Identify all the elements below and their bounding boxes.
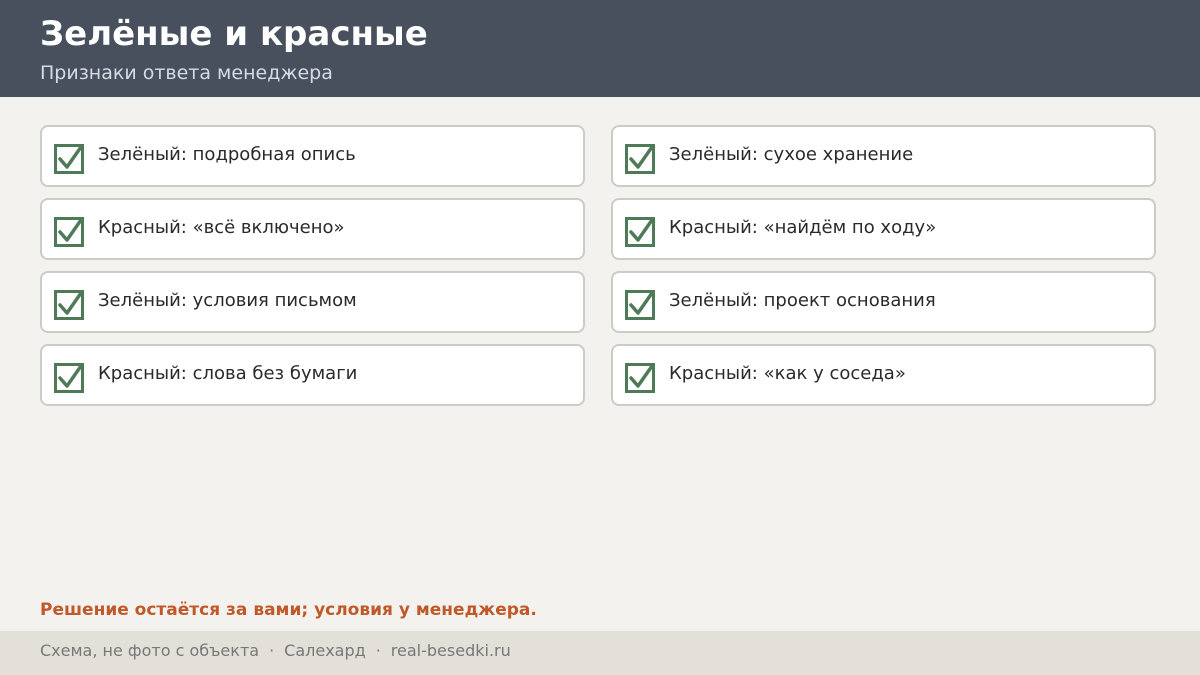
checklist-item-label: Зелёный: подробная опись	[98, 144, 356, 165]
checklist-item-label: Красный: слова без бумаги	[98, 363, 358, 384]
footer-caption-line: Схема, не фото с объекта · Салехард · real-b…	[40, 641, 511, 660]
footer-caption: Схема, не фото с объекта	[40, 641, 260, 660]
header: Зелёные и красные Признаки ответа менедж…	[0, 0, 1200, 97]
checkbox-checked-icon	[54, 144, 84, 174]
footer-city: Салехард	[284, 641, 366, 660]
checklist-grid: Зелёный: подробная опись Зелёный: сухое …	[40, 125, 1156, 406]
checklist-item-label: Зелёный: проект основания	[669, 290, 936, 311]
checklist-item-label: Зелёный: сухое хранение	[669, 144, 914, 165]
checklist-item: Зелёный: условия письмом	[40, 271, 585, 333]
checkbox-checked-icon	[625, 217, 655, 247]
checklist-item: Зелёный: подробная опись	[40, 125, 585, 187]
checkbox-checked-icon	[625, 363, 655, 393]
checkbox-checked-icon	[54, 217, 84, 247]
checkbox-checked-icon	[54, 363, 84, 393]
page-title: Зелёные и красные	[40, 14, 428, 54]
checklist-item: Красный: «всё включено»	[40, 198, 585, 260]
footer-site: real-besedki.ru	[390, 641, 511, 660]
page-subtitle: Признаки ответа менеджера	[40, 62, 333, 84]
checkbox-checked-icon	[625, 144, 655, 174]
checklist-item-label: Красный: «всё включено»	[98, 217, 345, 238]
footer-separator: ·	[269, 641, 275, 660]
footer-separator: ·	[375, 641, 381, 660]
checkbox-checked-icon	[54, 290, 84, 320]
checklist-item: Зелёный: сухое хранение	[611, 125, 1156, 187]
checklist-item-label: Зелёный: условия письмом	[98, 290, 357, 311]
checklist-item: Красный: «как у соседа»	[611, 344, 1156, 406]
footer: Схема, не фото с объекта · Салехард · real-b…	[0, 631, 1200, 675]
checklist-item-label: Красный: «как у соседа»	[669, 363, 906, 384]
checklist-item: Зелёный: проект основания	[611, 271, 1156, 333]
checklist-item: Красный: слова без бумаги	[40, 344, 585, 406]
checklist-item-label: Красный: «найдём по ходу»	[669, 217, 937, 238]
checkbox-checked-icon	[625, 290, 655, 320]
checklist-item: Красный: «найдём по ходу»	[611, 198, 1156, 260]
disclaimer-note: Решение остаётся за вами; условия у мене…	[40, 600, 537, 620]
